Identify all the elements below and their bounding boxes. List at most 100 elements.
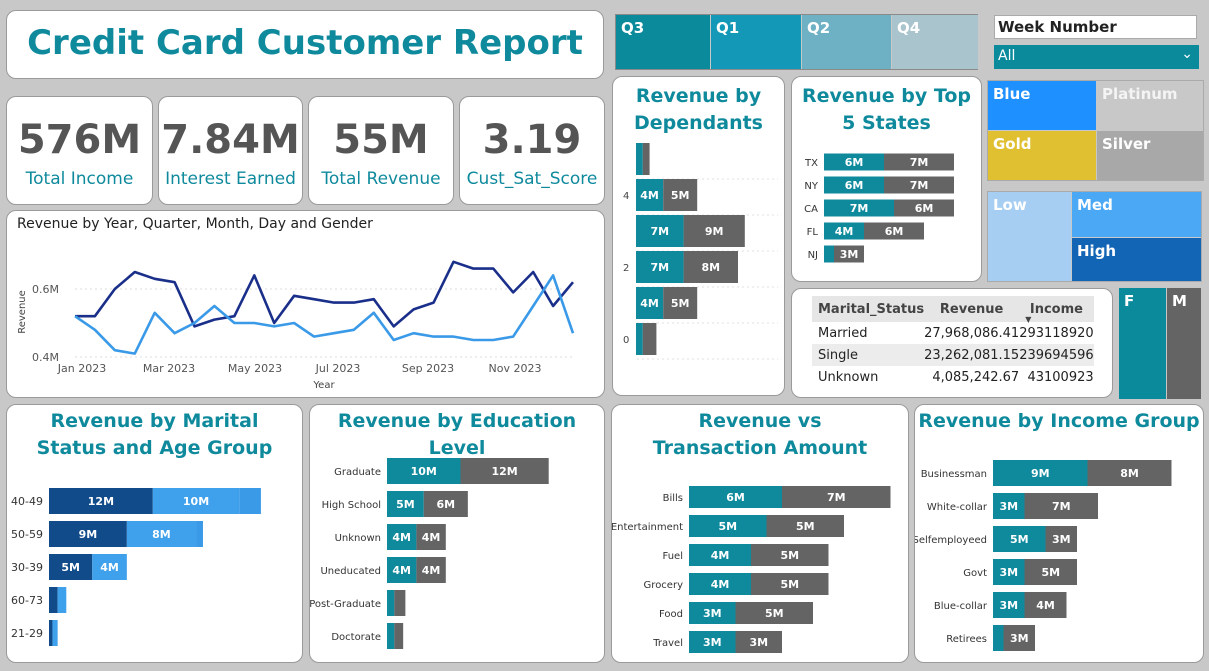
data-label: 7M <box>1052 500 1071 513</box>
week-filter-dropdown[interactable]: All ⌄ <box>994 45 1199 69</box>
data-label: 4M <box>835 225 854 238</box>
column-header[interactable]: Revenue <box>924 296 1019 322</box>
data-label: 4M <box>422 531 441 544</box>
title-card: Credit Card Customer Report <box>6 10 604 79</box>
data-label: 4M <box>1036 599 1055 612</box>
quarter-tile-q4[interactable]: Q4 <box>892 15 978 69</box>
quarter-tile-q3[interactable]: Q3 <box>616 15 710 69</box>
education-chart-card: Revenue by Education Level Graduate 10M 12… <box>309 404 605 663</box>
quarter-tile-q1[interactable]: Q1 <box>711 15 801 69</box>
marital-table: Marital_Status Revenue Income ▼ Married … <box>812 296 1094 388</box>
data-label: 8M <box>152 528 171 541</box>
column-header[interactable]: Income ▼ <box>1019 296 1093 325</box>
chevron-down-icon: ⌄ <box>1181 46 1193 62</box>
kpi-value: 55M <box>333 117 429 163</box>
bar-segment <box>387 623 395 649</box>
card-type-platinum[interactable]: Platinum <box>1097 81 1203 130</box>
marital-table-card: Marital_Status Revenue Income ▼ Married … <box>791 288 1113 398</box>
income-group-chart: Businessman 9M 8M White-collar 3M 7M Selfemplo… <box>915 460 1172 651</box>
kpi-label: Interest Earned <box>165 169 296 189</box>
data-label: 7M <box>650 225 669 238</box>
category-label: 40-49 <box>11 495 43 508</box>
income-level-slicer: Low Med High <box>987 191 1202 282</box>
week-filter-label: Week Number <box>994 15 1197 39</box>
table-cell: 23,262,081.15 <box>924 347 1020 363</box>
column-header[interactable]: Marital_Status <box>812 296 924 322</box>
bar-segment <box>49 620 53 646</box>
kpi-label: Total Revenue <box>321 169 441 189</box>
states-chart-title: Revenue by Top 5 States <box>801 85 972 134</box>
y-tick-label: 4 <box>623 191 629 202</box>
income-group-chart-card: Revenue by Income Group Businessman 9M 8M W… <box>914 404 1204 663</box>
bar-segment <box>49 587 58 613</box>
card-type-gold[interactable]: Gold <box>988 131 1096 180</box>
data-label: 8M <box>1120 467 1139 480</box>
category-label: Govt <box>963 568 987 579</box>
bar-segment <box>394 590 406 616</box>
bar-segment <box>636 323 643 355</box>
data-label: 5M <box>396 498 415 511</box>
x-tick-label: Mar 2023 <box>143 362 195 375</box>
data-label: 3M <box>1052 533 1071 546</box>
dependants-chart: 4 2 0 4M 5M 7M 9M 7M 8M 4M 5M <box>623 143 778 360</box>
data-label: 3M <box>999 566 1018 579</box>
data-label: 9M <box>1031 467 1050 480</box>
data-label: 6M <box>436 498 455 511</box>
category-label: Selfemployeed <box>915 535 987 546</box>
data-label: 4M <box>640 189 659 202</box>
table-cell: 43100923 <box>1027 369 1094 385</box>
data-label: 5M <box>1041 566 1060 579</box>
quarter-tile-q2[interactable]: Q2 <box>802 15 891 69</box>
table-cell: 27,968,086.41 <box>924 325 1020 341</box>
category-label: Businessman <box>921 469 987 480</box>
bar-segment <box>636 143 643 175</box>
table-cell: Unknown <box>818 369 879 385</box>
data-label: 6M <box>845 179 864 192</box>
category-label: NJ <box>808 250 818 261</box>
bar-segment <box>52 620 58 646</box>
y-tick-label: 0 <box>623 335 629 346</box>
x-tick-label: Jul 2023 <box>315 362 361 375</box>
x-tick-label: May 2023 <box>228 362 282 375</box>
transaction-chart-card: Revenue vs Transaction Amount Bills 6M 7M E… <box>611 404 909 663</box>
table-header-row: Marital_Status Revenue Income ▼ <box>812 296 1094 325</box>
kpi-cust-sat-score: 3.19 Cust_Sat_Score <box>459 96 605 205</box>
gender-tile-m[interactable]: M <box>1167 288 1201 399</box>
data-label: 5M <box>780 549 799 562</box>
y-axis-label: Revenue <box>17 290 28 334</box>
x-axis-label: Year <box>312 380 335 391</box>
card-type-blue[interactable]: Blue <box>988 81 1096 130</box>
bar-segment <box>642 143 650 175</box>
income-level-low[interactable]: Low <box>988 192 1071 281</box>
y-tick-label: 0.6M <box>32 283 59 296</box>
card-type-silver[interactable]: Silver <box>1097 131 1203 180</box>
category-label: Unknown <box>335 533 381 544</box>
data-label: 3M <box>999 500 1018 513</box>
bar-segment <box>993 625 1004 651</box>
line-chart-card: Revenue by Year, Quarter, Month, Day and… <box>6 210 605 398</box>
income-level-med[interactable]: Med <box>1072 192 1201 237</box>
category-label: Food <box>659 609 683 620</box>
gender-tile-f[interactable]: F <box>1119 288 1166 399</box>
category-label: Bills <box>663 493 683 504</box>
data-label: 10M <box>411 465 437 478</box>
data-label: 6M <box>885 225 904 238</box>
data-label: 7M <box>910 179 929 192</box>
income-level-high[interactable]: High <box>1072 238 1201 281</box>
bar-segment <box>824 245 834 263</box>
data-label: 5M <box>765 607 784 620</box>
data-label: 3M <box>749 636 768 649</box>
marital-age-chart-card: Revenue by Marital Status and Age Group … <box>6 404 303 663</box>
education-chart: Graduate 10M 12M High School 5M 6M Unknown 4M 4M… <box>310 458 549 649</box>
data-label: 6M <box>915 202 934 215</box>
data-label: 4M <box>392 531 411 544</box>
line-series-0 <box>75 260 574 328</box>
bar-segment <box>196 521 203 547</box>
transaction-chart: Bills 6M 7M Entertainment 5M 5M Fuel 4M 5M Grocer… <box>612 486 891 653</box>
data-label: 5M <box>61 561 80 574</box>
line-chart-title: Revenue by Year, Quarter, Month, Day and… <box>17 216 373 232</box>
category-label: Retirees <box>946 634 987 645</box>
table-cell: 239694596 <box>1019 347 1094 363</box>
transaction-chart-title: Revenue vs Transaction Amount <box>652 410 868 459</box>
category-label: High School <box>322 500 381 511</box>
